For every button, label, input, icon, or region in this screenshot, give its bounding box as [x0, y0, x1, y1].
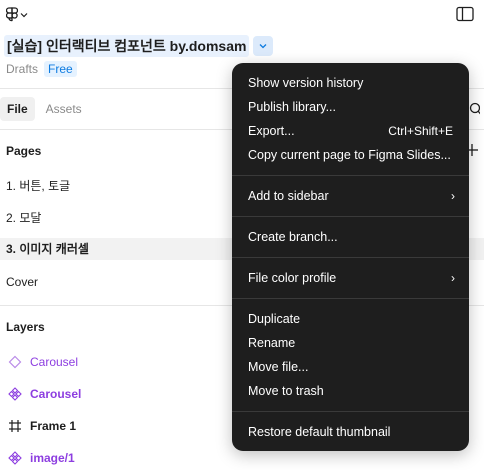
menu-item-rename[interactable]: Rename [232, 331, 469, 355]
menu-item-label: Move to trash [248, 384, 324, 398]
file-menu-button[interactable] [253, 36, 274, 56]
pages-title: Pages [6, 144, 42, 158]
menu-item-label: Duplicate [248, 312, 301, 326]
chevron-right-icon: › [451, 189, 455, 203]
layer-label: image/1 [30, 451, 75, 465]
menu-separator [232, 216, 469, 217]
chevron-down-icon [259, 44, 267, 49]
file-context-menu: Show version history Publish library... … [232, 63, 469, 451]
menu-separator [232, 298, 469, 299]
layer-item[interactable]: Carousel [0, 350, 78, 374]
file-title-row: [실습] 인터랙티브 컴포넌트 by.domsam [0, 34, 274, 58]
tab-file[interactable]: File [0, 97, 35, 121]
layer-item[interactable]: Carousel [0, 382, 81, 406]
menu-item-file-color-profile[interactable]: File color profile › [232, 266, 469, 290]
menu-item-copy-to-slides[interactable]: Copy current page to Figma Slides... [232, 143, 469, 167]
component-icon [8, 387, 22, 401]
menu-item-label: Show version history [248, 76, 364, 90]
menu-item-show-version-history[interactable]: Show version history [232, 71, 469, 95]
menu-item-create-branch[interactable]: Create branch... [232, 225, 469, 249]
menu-item-duplicate[interactable]: Duplicate [232, 307, 469, 331]
menu-item-label: Rename [248, 336, 296, 350]
menu-item-shortcut: Ctrl+Shift+E [388, 124, 453, 138]
layer-item[interactable]: image/1 [0, 446, 75, 470]
chevron-down-icon [20, 13, 28, 18]
menu-item-label: Add to sidebar [248, 189, 329, 203]
layer-label: Carousel [30, 355, 79, 369]
menu-separator [232, 175, 469, 176]
component-set-icon [8, 355, 22, 369]
frame-icon [9, 420, 21, 432]
menu-item-restore-thumbnail[interactable]: Restore default thumbnail [232, 420, 469, 444]
tab-assets[interactable]: Assets [39, 97, 89, 121]
menu-item-move-to-trash[interactable]: Move to trash [232, 379, 469, 403]
component-icon [8, 451, 22, 465]
menu-item-label: Copy current page to Figma Slides... [248, 148, 451, 162]
menu-item-label: Create branch... [248, 230, 338, 244]
layers-title: Layers [6, 320, 45, 334]
menu-item-add-to-sidebar[interactable]: Add to sidebar › [232, 184, 469, 208]
figma-logo-icon [6, 6, 18, 21]
menu-item-export[interactable]: Export... Ctrl+Shift+E [232, 119, 469, 143]
top-bar [0, 0, 484, 30]
chevron-right-icon: › [451, 271, 455, 285]
file-meta: Drafts Free [6, 61, 77, 77]
menu-separator [232, 411, 469, 412]
layer-label: Carousel [30, 387, 82, 401]
toggle-sidebar-icon[interactable] [456, 6, 474, 22]
file-location[interactable]: Drafts [6, 62, 38, 76]
panel-tabs: File Assets [0, 97, 89, 121]
menu-item-label: File color profile [248, 271, 337, 285]
menu-item-move-file[interactable]: Move file... [232, 355, 469, 379]
layer-label: Frame 1 [30, 419, 77, 433]
search-icon[interactable] [468, 102, 480, 116]
menu-item-label: Move file... [248, 360, 309, 374]
plan-badge[interactable]: Free [44, 61, 77, 77]
file-name[interactable]: [실습] 인터랙티브 컴포넌트 by.domsam [4, 35, 250, 57]
main-menu-button[interactable] [6, 6, 28, 24]
menu-item-publish-library[interactable]: Publish library... [232, 95, 469, 119]
menu-item-label: Publish library... [248, 100, 336, 114]
menu-separator [232, 257, 469, 258]
menu-item-label: Restore default thumbnail [248, 425, 391, 439]
menu-item-label: Export... [248, 124, 295, 138]
layer-item[interactable]: Frame 1 [0, 414, 76, 438]
